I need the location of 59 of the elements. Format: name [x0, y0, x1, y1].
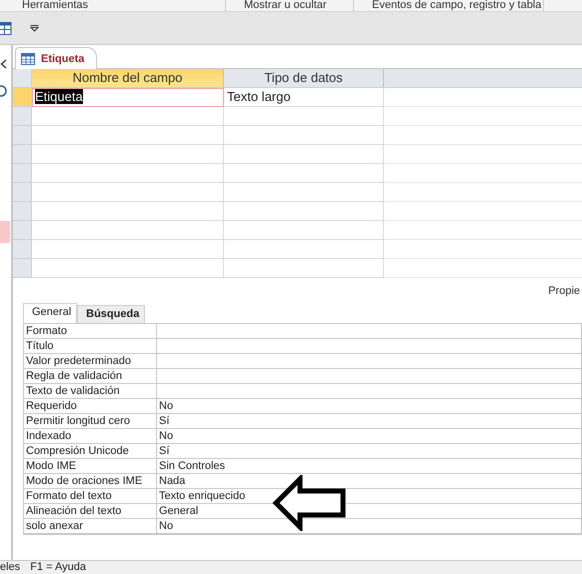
column-header[interactable]: Nombre del campo — [32, 69, 224, 88]
row-selector[interactable] — [13, 221, 32, 240]
property-name: Formato — [24, 324, 157, 339]
row-selector[interactable] — [13, 88, 32, 107]
property-name: Modo de oraciones IME — [24, 474, 157, 489]
row-selector[interactable] — [13, 145, 32, 164]
property-name: Alineación del texto — [24, 504, 157, 519]
document-tab[interactable]: Etiqueta — [15, 47, 98, 69]
property-name: solo anexar — [24, 519, 157, 534]
row-selector[interactable] — [13, 183, 32, 202]
empty-cell[interactable] — [224, 240, 384, 259]
property-value[interactable]: Sin Controles — [157, 459, 581, 474]
data-type-cell[interactable]: Texto largo — [224, 88, 384, 107]
empty-cell[interactable] — [224, 221, 384, 240]
ribbon-group-label: Herramientas — [0, 0, 226, 11]
table-icon — [21, 52, 35, 64]
property-name: Modo IME — [24, 459, 157, 474]
nav-item-highlight — [0, 221, 10, 243]
empty-cell[interactable] — [224, 145, 384, 164]
ribbon-group-label: Eventos de campo, registro y tabla — [354, 0, 544, 11]
property-value[interactable]: Sí — [157, 414, 581, 429]
field-name-cell[interactable]: Etiqueta — [32, 88, 224, 107]
column-header[interactable]: Tipo de datos — [224, 69, 384, 88]
property-name: Valor predeterminado — [24, 354, 157, 369]
chevron-icon[interactable] — [0, 59, 7, 69]
property-name: Texto de validación — [24, 384, 157, 399]
property-name: Permitir longitud cero — [24, 414, 157, 429]
property-name: Título — [24, 339, 157, 354]
select-all-corner[interactable] — [13, 69, 32, 88]
row-selector[interactable] — [13, 202, 32, 221]
row-selector[interactable] — [13, 240, 32, 259]
property-value[interactable]: No — [157, 429, 581, 444]
property-tab[interactable]: General — [23, 303, 78, 323]
status-text: F1 = Ayuda — [30, 561, 86, 574]
empty-cell[interactable] — [224, 259, 384, 278]
search-icon[interactable] — [0, 85, 7, 97]
property-name: Formato del texto — [24, 489, 157, 504]
property-tab[interactable]: Búsqueda — [77, 305, 146, 323]
row-selector[interactable] — [13, 107, 32, 126]
empty-cell[interactable] — [224, 164, 384, 183]
empty-cell[interactable] — [224, 183, 384, 202]
properties-label: Propie — [548, 284, 580, 299]
empty-cell[interactable] — [224, 126, 384, 145]
property-name: Requerido — [24, 399, 157, 414]
property-value[interactable]: Sí — [157, 444, 581, 459]
table-icon[interactable] — [0, 22, 12, 34]
status-text: eles — [0, 561, 20, 574]
ribbon-group-label: Mostrar u ocultar — [226, 0, 354, 11]
property-name: Indexado — [24, 429, 157, 444]
property-value[interactable]: No — [157, 399, 581, 414]
empty-cell[interactable] — [224, 107, 384, 126]
row-selector[interactable] — [13, 126, 32, 145]
dropdown-icon[interactable] — [30, 24, 39, 32]
property-name: Regla de validación — [24, 369, 157, 384]
empty-cell[interactable] — [224, 202, 384, 221]
property-name: Compresión Unicode — [24, 444, 157, 459]
arrow-icon — [271, 475, 347, 531]
row-selector[interactable] — [13, 259, 32, 278]
row-selector[interactable] — [13, 164, 32, 183]
